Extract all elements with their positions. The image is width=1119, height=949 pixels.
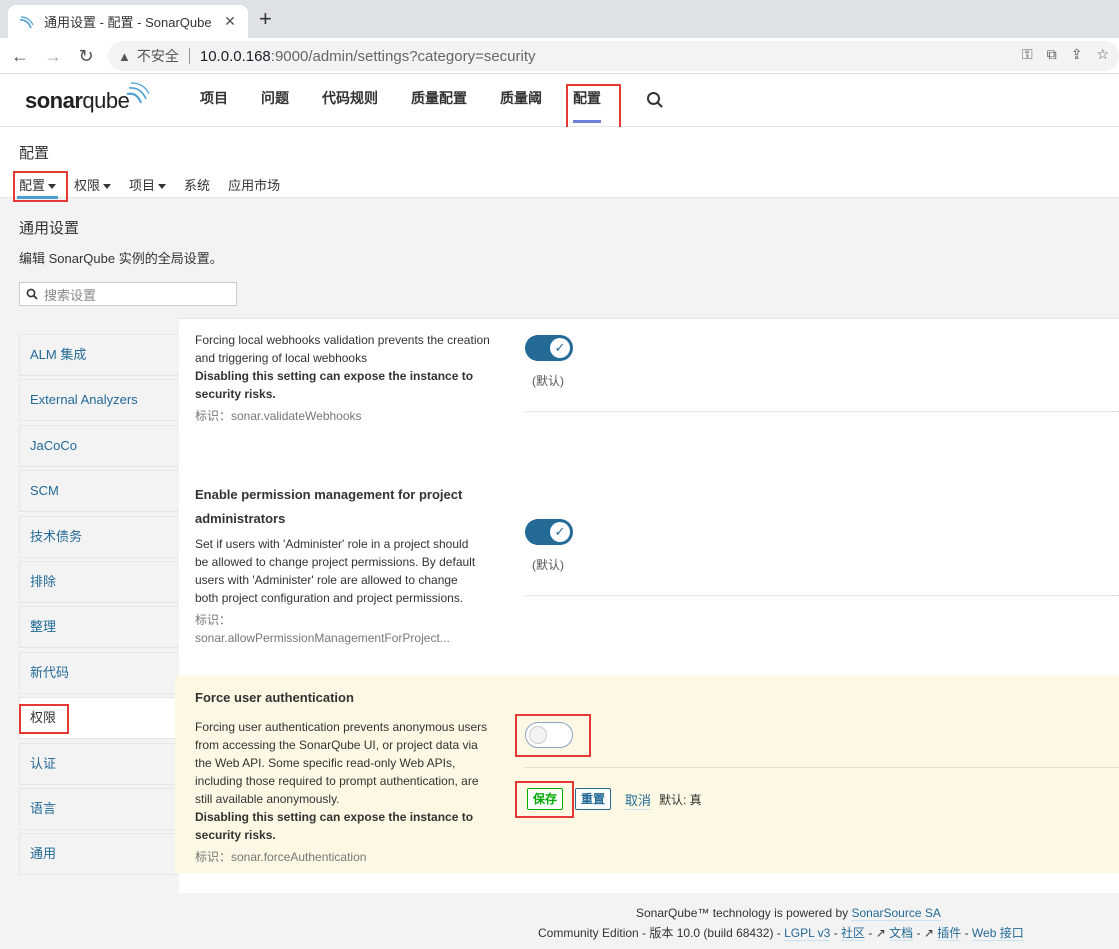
key-icon[interactable]: ⚿ bbox=[1022, 46, 1033, 63]
settings-search-input[interactable]: 搜索设置 bbox=[19, 282, 237, 306]
setting-warning: Disabling this setting can expose the in… bbox=[195, 810, 474, 842]
nav-rules[interactable]: 代码规则 bbox=[322, 74, 378, 127]
bookmark-star-icon[interactable]: ☆ bbox=[1096, 46, 1109, 63]
highlight-box-subnav-config bbox=[13, 171, 68, 202]
nav-projects[interactable]: 项目 bbox=[200, 74, 228, 127]
caret-down-icon bbox=[103, 184, 112, 190]
nav-issues[interactable]: 问题 bbox=[261, 74, 289, 127]
footer-edition: Community Edition - 版本 10.0 (build 68432… bbox=[538, 926, 1024, 941]
highlight-box-toggle bbox=[515, 714, 591, 757]
tab-title: 通用设置 - 配置 - SonarQube bbox=[44, 15, 212, 30]
external-link-icon: ↗ bbox=[923, 926, 934, 940]
divider bbox=[524, 767, 1119, 768]
setting-description: Force user authentication Forcing user a… bbox=[195, 686, 493, 866]
section-title: 通用设置 bbox=[19, 220, 80, 237]
highlight-box-category-security bbox=[19, 704, 69, 734]
category-languages[interactable]: 语言 bbox=[19, 787, 179, 830]
caret-down-icon bbox=[158, 184, 167, 190]
insecure-label: 不安全 bbox=[136, 48, 179, 64]
search-icon[interactable] bbox=[646, 91, 664, 109]
share-icon[interactable]: ⇪ bbox=[1071, 46, 1083, 63]
divider bbox=[524, 411, 1119, 412]
category-new-code[interactable]: 新代码 bbox=[19, 651, 179, 694]
external-link-icon: ↗ bbox=[875, 926, 886, 940]
settings-category-sidebar: ALM 集成 External Analyzers JaCoCo SCM 技术债… bbox=[19, 334, 179, 879]
reset-button[interactable]: 重置 bbox=[575, 788, 612, 810]
highlight-box-save bbox=[515, 781, 574, 818]
search-icon bbox=[26, 288, 38, 300]
default-label: (默认) bbox=[532, 558, 564, 572]
check-icon: ✓ bbox=[550, 522, 570, 542]
browser-tab-strip: 通用设置 - 配置 - SonarQube ✕ + bbox=[0, 0, 1119, 38]
browser-toolbar: ← → ↻ ▲ 不安全 10.0.0.168:9000/admin/settin… bbox=[0, 38, 1119, 74]
setting-key: 标识：sonar.forceAuthentication bbox=[195, 850, 367, 864]
url-host: 10.0.0.168 bbox=[199, 47, 271, 65]
permission-management-toggle[interactable]: ✓ bbox=[525, 519, 573, 545]
footer-powered-by: SonarQube™ technology is powered by Sona… bbox=[636, 906, 941, 921]
sonarqube-header: sonarqube 项目 问题 代码规则 质量配置 质量阈 配置 bbox=[0, 74, 1119, 127]
subnav-system[interactable]: 系统 bbox=[184, 175, 210, 194]
category-exclusions[interactable]: 排除 bbox=[19, 560, 179, 603]
browser-tab[interactable]: 通用设置 - 配置 - SonarQube ✕ bbox=[8, 5, 248, 38]
docs-link[interactable]: 文档 bbox=[889, 926, 914, 941]
setting-description: Forcing local webhooks validation preven… bbox=[195, 331, 495, 425]
section-description: 编辑 SonarQube 实例的全局设置。 bbox=[19, 251, 223, 266]
url-path: :9000/admin/settings?category=security bbox=[270, 47, 536, 65]
setting-description: Enable permission management for project… bbox=[195, 483, 480, 647]
sonarqube-favicon-icon bbox=[18, 14, 34, 30]
settings-content: Forcing local webhooks validation preven… bbox=[175, 318, 1119, 893]
setting-name: Enable permission management for project… bbox=[195, 487, 463, 526]
category-housekeeping[interactable]: 整理 bbox=[19, 606, 179, 649]
search-placeholder: 搜索设置 bbox=[44, 287, 97, 303]
setting-key: 标识：sonar.validateWebhooks bbox=[195, 409, 362, 423]
page-title: 配置 bbox=[19, 145, 50, 162]
reload-icon[interactable]: ↻ bbox=[74, 44, 98, 68]
logo-text-sonar: sonar bbox=[25, 88, 83, 113]
default-value: 默认: 真 bbox=[659, 793, 702, 807]
default-label: (默认) bbox=[532, 374, 564, 388]
page-header: 配置 配置 权限 项目 系统 应用市场 bbox=[0, 127, 1119, 199]
validate-webhooks-toggle[interactable]: ✓ bbox=[525, 335, 573, 361]
category-scm[interactable]: SCM bbox=[19, 470, 179, 513]
check-icon: ✓ bbox=[550, 338, 570, 358]
translate-icon[interactable]: ⧉ bbox=[1047, 46, 1057, 63]
logo-waves-icon bbox=[127, 82, 150, 104]
sonarqube-logo[interactable]: sonarqube bbox=[25, 82, 150, 114]
back-icon[interactable]: ← bbox=[8, 44, 32, 68]
nav-quality-gates[interactable]: 质量阈 bbox=[500, 74, 542, 127]
warning-icon: ▲ bbox=[118, 48, 131, 64]
new-tab-icon[interactable]: + bbox=[259, 8, 272, 30]
logo-text-qube: qube bbox=[82, 88, 130, 113]
cancel-link[interactable]: 取消 bbox=[625, 790, 652, 810]
address-separator bbox=[188, 48, 190, 64]
category-technical-debt[interactable]: 技术债务 bbox=[19, 515, 179, 558]
nav-quality-profiles[interactable]: 质量配置 bbox=[411, 74, 467, 127]
setting-name: Force user authentication bbox=[195, 690, 354, 705]
setting-force-authentication: Force user authentication Forcing user a… bbox=[175, 676, 1119, 873]
sonarsource-link[interactable]: SonarSource SA bbox=[851, 906, 941, 921]
subnav-projects[interactable]: 项目 bbox=[129, 175, 167, 194]
plugins-link[interactable]: 插件 bbox=[937, 926, 962, 941]
community-link[interactable]: 社区 bbox=[841, 926, 866, 941]
subnav-marketplace[interactable]: 应用市场 bbox=[228, 175, 280, 194]
category-general[interactable]: 通用 bbox=[19, 833, 179, 876]
category-authentication[interactable]: 认证 bbox=[19, 742, 179, 785]
license-link[interactable]: LGPL v3 bbox=[784, 926, 831, 941]
web-api-link[interactable]: Web 接口 bbox=[971, 926, 1024, 941]
divider bbox=[524, 595, 1119, 596]
address-bar[interactable]: ▲ 不安全 10.0.0.168:9000/admin/settings?cat… bbox=[108, 41, 1119, 71]
category-jacoco[interactable]: JaCoCo bbox=[19, 424, 179, 467]
category-alm[interactable]: ALM 集成 bbox=[19, 334, 179, 376]
category-external-analyzers[interactable]: External Analyzers bbox=[19, 379, 179, 422]
close-tab-icon[interactable]: ✕ bbox=[222, 13, 238, 30]
setting-warning: Disabling this setting can expose the in… bbox=[195, 369, 474, 401]
forward-icon[interactable]: → bbox=[41, 44, 65, 68]
subnav-security[interactable]: 权限 bbox=[74, 175, 112, 194]
setting-key: 标识：sonar.allowPermissionManagementForPro… bbox=[195, 613, 450, 645]
